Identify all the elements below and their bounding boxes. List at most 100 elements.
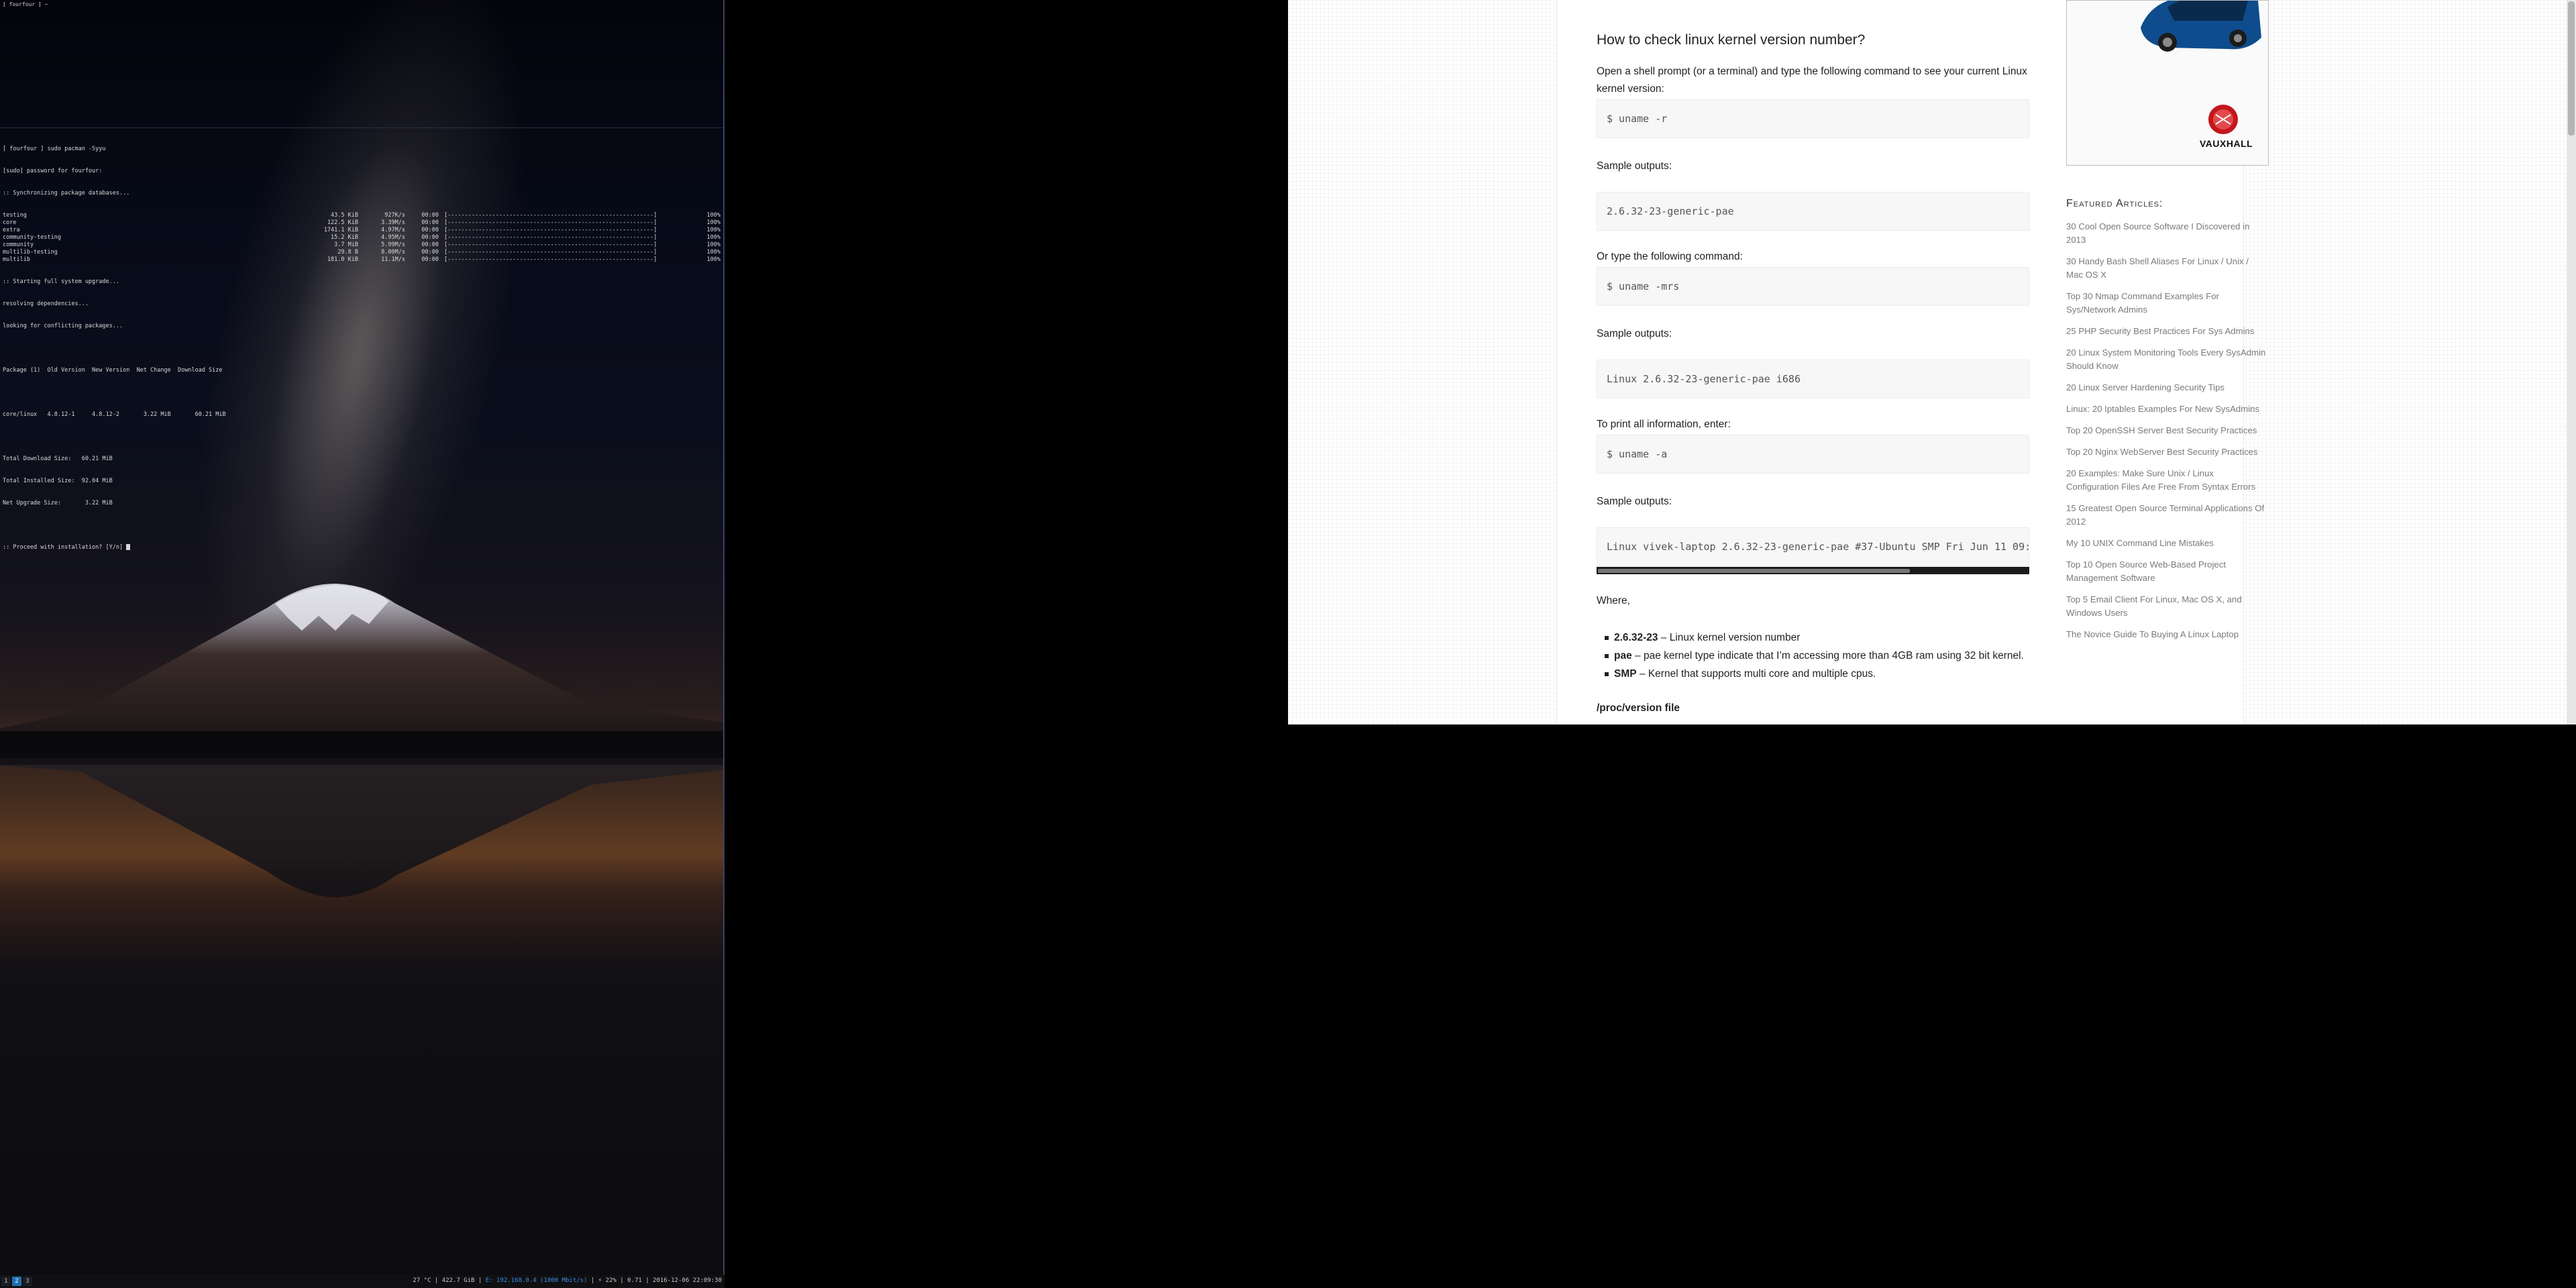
terminal-line-conflicts: looking for conflicting packages...	[3, 323, 123, 329]
window-border	[723, 0, 724, 1275]
explanation-term: SMP	[1614, 668, 1637, 680]
repo-sync-row: core 122.5 KiB 3.39M/s 00:00 [--------------…	[3, 219, 720, 227]
explanation-item: 2.6.32-23 – Linux kernel version number	[1605, 629, 2034, 647]
repo-progress-bar: [---------------------------------------…	[444, 249, 657, 256]
output-block-3[interactable]: Linux vivek-laptop 2.6.32-23-generic-pae…	[1597, 527, 2029, 566]
bullet-square-icon	[1605, 672, 1609, 676]
terminal-split-divider	[0, 127, 724, 128]
repo-sync-row: community-testing 15.2 KiB 4.95M/s 00:00 [--…	[3, 234, 720, 241]
article-heading: How to check linux kernel version number…	[1597, 32, 1866, 48]
terminal-line-prompt: [ fourfour ] sudo pacman -Syyu	[3, 146, 106, 152]
featured-article-link[interactable]: 20 Linux System Monitoring Tools Every S…	[2066, 346, 2267, 373]
terminal-table-row: core/linux 4.8.12-1 4.8.12-2 3.22 MiB 60…	[3, 411, 226, 418]
where-label: Where,	[1597, 595, 1630, 606]
terminal-line-upgrade: :: Starting full system upgrade...	[3, 278, 119, 285]
repo-time: 00:00	[421, 227, 439, 233]
featured-articles-list: 30 Cool Open Source Software I Discovere…	[2066, 220, 2267, 649]
ad-brand-label: VAUXHALL	[2200, 138, 2253, 149]
terminal-line-sync: :: Synchronizing package databases...	[3, 190, 130, 197]
terminal-line-password: [sudo] password for fourfour:	[3, 168, 103, 174]
workspace-2-button[interactable]: 2	[12, 1277, 21, 1286]
proc-version-heading: /proc/version file	[1597, 702, 1680, 714]
terminal-cursor	[126, 544, 131, 550]
page-scrollbar-thumb[interactable]	[2568, 1, 2575, 136]
terminal-line-resolving: resolving dependencies...	[3, 301, 89, 307]
repo-time: 00:00	[421, 234, 439, 241]
repo-size: 3.7 MiB	[334, 241, 358, 248]
status-bar: 1 2 3 27 °C | 422.7 GiB | E: 192.168.0.4…	[0, 1275, 724, 1288]
repo-sync-row: community 3.7 MiB 5.99M/s 00:00 [-----------…	[3, 241, 720, 249]
terminal-proceed-line[interactable]: :: Proceed with installation? [Y/n]	[3, 544, 720, 551]
repo-name: multilib	[3, 256, 30, 263]
terminal-top-prompt: [ fourfour ] ~	[3, 1, 48, 7]
repo-name: testing	[3, 212, 27, 219]
status-battery-load-clock: | ⚡ 22% | 0.71 | 2016-12-06 22:09:30	[587, 1277, 722, 1284]
repo-sync-row: multilib 181.0 KiB 11.1M/s 00:00 [----------…	[3, 256, 720, 264]
repo-percent: 100%	[706, 241, 720, 248]
explanation-term: 2.6.32-23	[1614, 632, 1658, 643]
featured-article-link[interactable]: Linux: 20 Iptables Examples For New SysA…	[2066, 402, 2267, 416]
repo-progress-bar: [---------------------------------------…	[444, 234, 657, 241]
repo-sync-list: testing 43.5 KiB 927K/s 00:00 [-------------…	[3, 212, 720, 264]
featured-article-link[interactable]: Top 10 Open Source Web-Based Project Man…	[2066, 558, 2267, 585]
repo-speed: 11.1M/s	[381, 256, 405, 263]
workspace-3-button[interactable]: 3	[23, 1277, 32, 1286]
browser-window[interactable]: How to check linux kernel version number…	[1288, 0, 2576, 724]
featured-article-link[interactable]: 30 Handy Bash Shell Aliases For Linux / …	[2066, 255, 2267, 282]
repo-progress-bar: [---------------------------------------…	[444, 219, 657, 226]
repo-time: 00:00	[421, 241, 439, 248]
repo-progress-bar: [---------------------------------------…	[444, 241, 657, 248]
bullet-square-icon	[1605, 653, 1609, 658]
featured-article-link[interactable]: Top 5 Email Client For Linux, Mac OS X, …	[2066, 593, 2267, 620]
repo-sync-row: multilib-testing 29.8 B 8.00M/s 00:00 [-----…	[3, 249, 720, 256]
print-all-label: To print all information, enter:	[1597, 419, 1731, 430]
repo-percent: 100%	[706, 234, 720, 241]
featured-article-link[interactable]: 15 Greatest Open Source Terminal Applica…	[2066, 502, 2267, 529]
repo-time: 00:00	[421, 219, 439, 226]
repo-name: core	[3, 219, 17, 226]
sample-output-label-1: Sample outputs:	[1597, 160, 1672, 172]
workspace-1-button[interactable]: 1	[1, 1277, 11, 1286]
output-block-1[interactable]: 2.6.32-23-generic-pae	[1597, 192, 2029, 231]
proceed-prompt: :: Proceed with installation? [Y/n]	[3, 544, 123, 551]
code-block-uname-mrs[interactable]: $ uname -mrs	[1597, 267, 2029, 306]
repo-size: 43.5 KiB	[331, 212, 358, 219]
terminal-window[interactable]: [ fourfour ] ~ [ fourfour ] sudo pacman …	[0, 0, 724, 1275]
code-block-uname-a[interactable]: $ uname -a	[1597, 435, 2029, 474]
code-scrollbar-thumb[interactable]	[1598, 569, 1910, 573]
repo-name: multilib-testing	[3, 249, 58, 256]
featured-article-link[interactable]: Top 20 OpenSSH Server Best Security Prac…	[2066, 424, 2267, 437]
terminal-output[interactable]: [ fourfour ] sudo pacman -Syyu [sudo] pa…	[3, 131, 720, 566]
bullet-square-icon	[1605, 635, 1609, 640]
output-block-2[interactable]: Linux 2.6.32-23-generic-pae i686	[1597, 360, 2029, 398]
repo-size: 181.0 KiB	[327, 256, 358, 263]
explanation-list: 2.6.32-23 – Linux kernel version number p…	[1605, 629, 2034, 683]
featured-article-link[interactable]: Top 30 Nmap Command Examples For Sys/Net…	[2066, 290, 2267, 317]
explanation-text: – pae kernel type indicate that I’m acce…	[1631, 650, 2024, 661]
sample-output-label-3: Sample outputs:	[1597, 496, 1672, 507]
featured-article-link[interactable]: Top 20 Nginx WebServer Best Security Pra…	[2066, 445, 2267, 459]
explanation-text: – Linux kernel version number	[1658, 632, 1801, 643]
code-block-uname-r[interactable]: $ uname -r	[1597, 99, 2029, 138]
repo-time: 00:00	[421, 249, 439, 256]
repo-size: 122.5 KiB	[327, 219, 358, 226]
or-type-label: Or type the following command:	[1597, 251, 1743, 262]
repo-time: 00:00	[421, 212, 439, 219]
repo-time: 00:00	[421, 256, 439, 263]
advertisement-banner[interactable]: VAUXHALL	[2066, 0, 2269, 166]
featured-article-link[interactable]: The Novice Guide To Buying A Linux Lapto…	[2066, 628, 2267, 641]
terminal-table-header: Package (1) Old Version New Version Net …	[3, 367, 223, 374]
featured-article-link[interactable]: My 10 UNIX Command Line Mistakes	[2066, 537, 2267, 550]
repo-speed: 4.97M/s	[381, 227, 405, 233]
featured-article-link[interactable]: 20 Linux Server Hardening Security Tips	[2066, 381, 2267, 394]
repo-progress-bar: [---------------------------------------…	[444, 212, 657, 219]
featured-article-link[interactable]: 20 Examples: Make Sure Unix / Linux Conf…	[2066, 467, 2267, 494]
featured-article-link[interactable]: 30 Cool Open Source Software I Discovere…	[2066, 220, 2267, 247]
terminal-total-installed: Total Installed Size: 92.04 MiB	[3, 478, 113, 484]
featured-article-link[interactable]: 25 PHP Security Best Practices For Sys A…	[2066, 325, 2267, 338]
explanation-item: pae – pae kernel type indicate that I’m …	[1605, 647, 2034, 665]
